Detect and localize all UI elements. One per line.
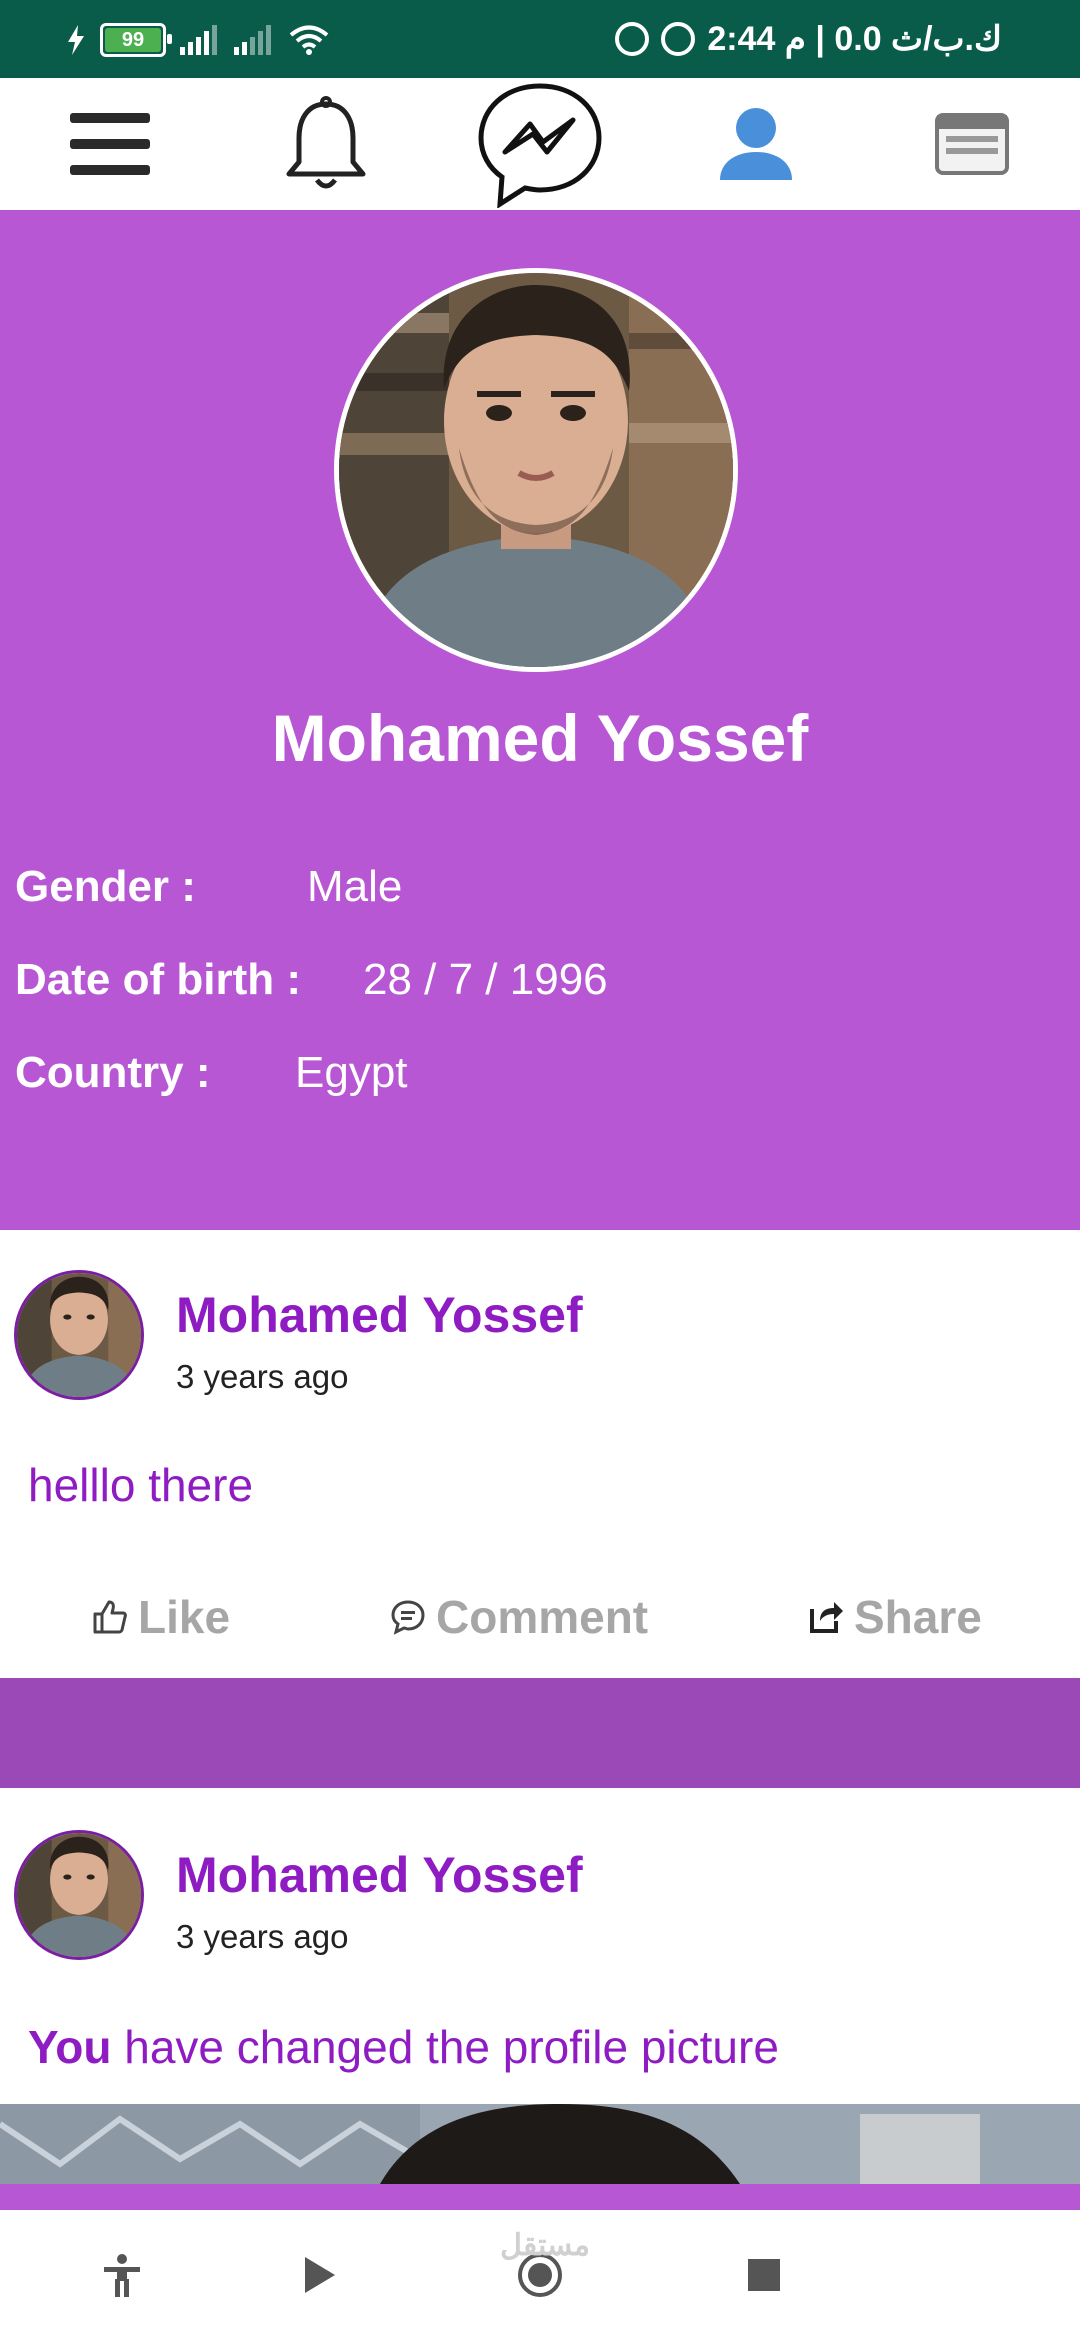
notification-2-icon [661, 22, 696, 56]
post-avatar[interactable] [14, 1270, 144, 1400]
profile-avatar[interactable] [334, 268, 738, 672]
recents-button[interactable] [724, 2210, 804, 2340]
comment-icon [391, 1600, 425, 1635]
messenger-icon [478, 83, 602, 208]
gender-value: Male [307, 862, 403, 911]
news-icon [935, 113, 1009, 175]
profile-button[interactable] [686, 78, 826, 210]
like-button[interactable]: Like [92, 1590, 230, 1644]
comment-button[interactable]: Comment [390, 1590, 648, 1644]
share-icon [810, 1602, 843, 1633]
profile-icon [720, 108, 792, 180]
share-button[interactable]: Share [808, 1590, 982, 1644]
accessibility-button[interactable] [82, 2210, 162, 2340]
dob-label: Date of birth : [15, 955, 301, 1004]
status-bar: 99 ك.ب/ث 0.0 | م 2:44 [0, 0, 1080, 78]
notification-icon [615, 22, 650, 56]
news-button[interactable] [902, 78, 1042, 210]
post-avatar-photo [17, 1273, 141, 1397]
gender-label: Gender : [15, 862, 196, 911]
battery-level: 99 [121, 28, 145, 51]
post-image-photo [0, 2104, 1080, 2184]
post-image-bottom-bar [0, 2184, 1080, 2210]
messenger-button[interactable] [470, 78, 610, 210]
post-card: Mohamed Yossef 3 years ago You have chan… [0, 1788, 1080, 2210]
share-label: Share [854, 1591, 982, 1643]
post-time: 3 years ago [176, 1918, 349, 1955]
menu-button[interactable] [40, 78, 180, 210]
signal-icon [180, 25, 217, 55]
post-avatar[interactable] [14, 1830, 144, 1960]
post-author[interactable]: Mohamed Yossef [176, 1846, 583, 1904]
profile-header: Mohamed Yossef Gender : Male Date of bir… [0, 210, 1080, 1230]
country-value: Egypt [295, 1048, 408, 1097]
post-text: You have changed the profile picture [28, 2020, 779, 2074]
top-nav [0, 78, 1080, 210]
post-card: Mohamed Yossef 3 years ago helllo there … [0, 1230, 1080, 1678]
thumbs-up-icon [93, 1600, 127, 1634]
accessibility-icon [104, 2254, 140, 2297]
post-author[interactable]: Mohamed Yossef [176, 1286, 583, 1344]
charging-icon [68, 25, 84, 55]
country-label: Country : [15, 1048, 211, 1097]
post-avatar-photo [17, 1833, 141, 1957]
battery-icon: 99 [100, 23, 172, 57]
notifications-button[interactable] [256, 78, 396, 210]
post-image[interactable] [0, 2104, 1080, 2184]
like-label: Like [138, 1591, 231, 1643]
post-divider [0, 1678, 1080, 1788]
dob-value: 28 / 7 / 1996 [363, 955, 608, 1004]
back-button[interactable] [280, 2210, 360, 2340]
profile-photo [339, 273, 733, 667]
menu-icon [70, 113, 150, 175]
post-text-bold: You [28, 2021, 112, 2073]
wifi-icon [289, 25, 329, 55]
status-icons-left: 99 [66, 22, 330, 58]
comment-label: Comment [436, 1591, 649, 1643]
post-time: 3 years ago [176, 1358, 349, 1395]
back-icon [305, 2257, 335, 2293]
post-text-rest: have changed the profile picture [111, 2021, 779, 2073]
bell-icon [286, 96, 366, 189]
status-text: ك.ب/ث 0.0 | م 2:44 [707, 20, 1002, 58]
profile-name: Mohamed Yossef [271, 701, 809, 775]
status-icons-right: ك.ب/ث 0.0 | م 2:44 [615, 18, 1002, 60]
watermark: مستقل [500, 2229, 590, 2262]
recents-icon [748, 2259, 780, 2291]
signal-2-icon [234, 25, 271, 55]
post-text: helllo there [28, 1459, 254, 1511]
